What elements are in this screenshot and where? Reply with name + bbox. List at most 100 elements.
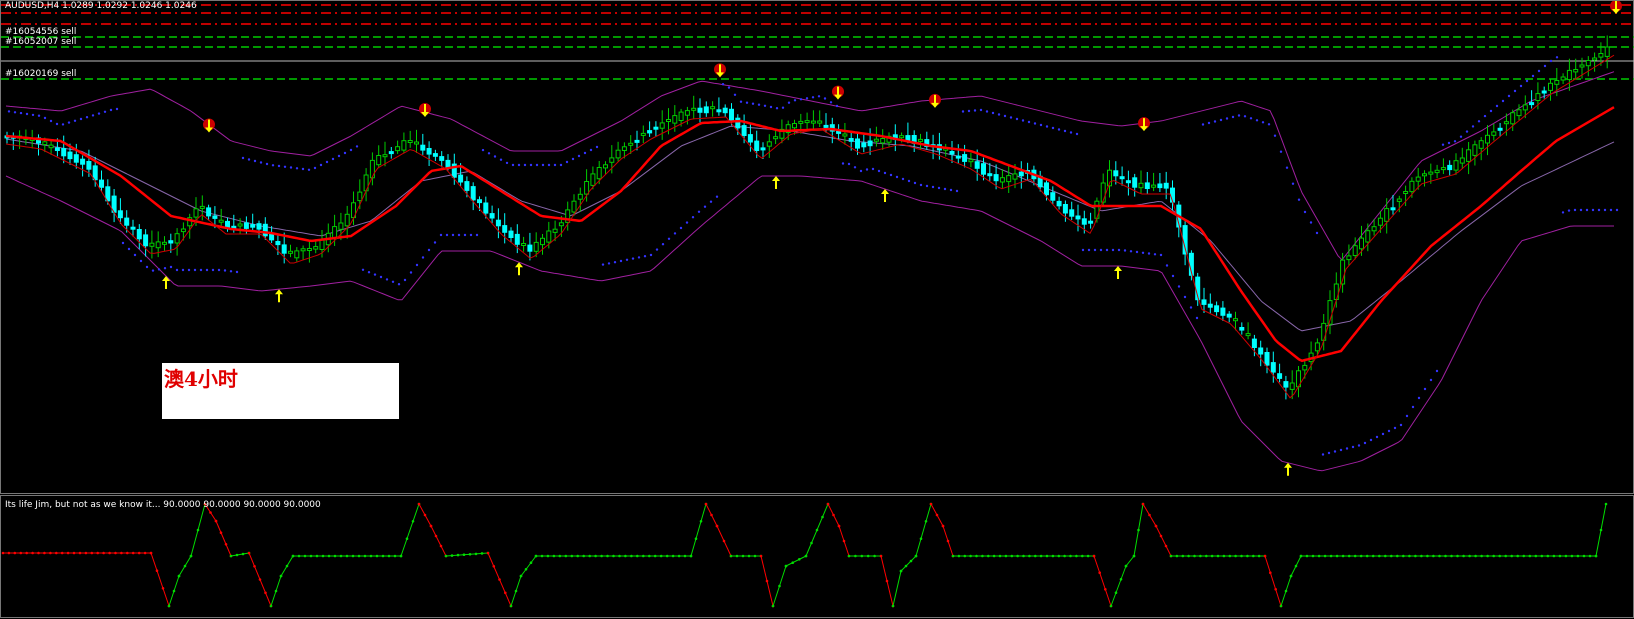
oscillator-dot [722,539,726,543]
oscillator-dot [929,502,933,506]
sar-dot [1087,248,1091,252]
sar-dot [19,111,23,115]
candle-body [590,173,596,186]
candle-body [817,120,823,124]
note-text: 澳4小时 [164,367,238,391]
oscillator-dot [333,554,337,558]
candle-body [1088,220,1094,224]
sar-dot [385,278,389,281]
candle-body [1447,164,1453,171]
candle-body [306,248,312,251]
sar-dot [1429,378,1433,382]
oscillator-dot [1546,554,1550,558]
oscillator-segment [892,570,902,607]
sar-dot [1549,59,1553,63]
sar-dot [607,262,611,265]
price-chart-svg [1,1,1634,476]
oscillator-dot [729,554,733,558]
sar-dot [715,195,719,198]
sar-dot [613,261,617,264]
sar-dot [283,165,287,168]
sar-dot [727,86,731,89]
candle-body [1119,176,1125,180]
sar-dot [1477,120,1481,123]
oscillator-dot [1426,554,1429,558]
sar-dot [637,256,641,259]
candle-body [1132,177,1138,188]
candle-body [609,157,615,163]
sar-dot [229,270,233,273]
sar-dot [265,162,269,166]
candle-body [981,163,986,175]
candle-body [899,135,905,139]
sar-dot [49,119,53,123]
oscillator-dot [804,554,808,558]
oscillator-segment [785,555,807,567]
candle-body [1573,69,1579,73]
sar-dot [697,210,701,213]
candle-body [766,141,772,147]
oscillator-segment [215,520,232,557]
oscillator-dot [303,554,307,558]
sar-dot [1213,120,1217,123]
oscillator-dot [269,604,273,608]
candle-body [401,140,407,151]
sar-dot [1177,285,1181,288]
oscillator-dot [1353,554,1357,558]
oscillator-dot [519,574,523,578]
sar-dot [769,105,773,109]
oscillator-dot [546,554,550,558]
oscillator-segment [900,555,917,572]
oscillator-dot [753,554,757,558]
oscillator-dot [172,589,176,593]
sar-dot [841,162,845,165]
oscillator-svg [1,502,1608,608]
sar-dot [337,154,341,158]
sar-dot [1573,208,1577,212]
candle-body [1069,209,1075,217]
oscillator-dot [552,554,556,558]
oscillator-dot [1335,554,1339,558]
oscillator-dot [229,554,233,558]
oscillator-dot [759,554,763,558]
oscillator-dot [351,554,355,558]
candle-body [1403,191,1409,194]
sar-dot [1375,435,1379,439]
candle-body [1201,299,1207,305]
oscillator-dot [1341,554,1345,558]
oscillator-dot [55,551,58,555]
sar-dot [1423,387,1427,391]
oscillator-dot [842,539,846,543]
oscillator-segment [1155,525,1172,557]
candle-body [1062,204,1068,214]
sar-dot [181,268,185,272]
oscillator-dot [600,554,603,558]
oscillator-dot [1039,554,1043,558]
sar-dot [91,114,95,117]
sar-dot [685,221,689,224]
sar-dot [1483,114,1487,118]
candle-body [1144,182,1150,189]
oscillator-dot [576,554,579,558]
oscillator-panel[interactable]: Its life Jim, but not as we know it... 9… [0,495,1634,618]
oscillator-dot [1468,554,1471,558]
candle-body [489,213,495,219]
oscillator-dot [665,554,669,558]
oscillator-dot [183,564,187,568]
sar-dot [1345,447,1349,450]
sar-dot [1069,131,1073,134]
oscillator-dot [1063,554,1066,558]
candle-body [1163,182,1169,189]
sar-dot [985,110,989,113]
sar-dot [391,280,395,283]
oscillator-dot [1119,578,1123,581]
price-chart-panel[interactable]: AUDUSD,H4 1.0289 1.0292 1.0246 1.0246 #1… [0,0,1634,494]
candle-body [1466,149,1472,162]
sar-dot [43,116,47,120]
oscillator-dot [13,551,17,555]
sar-dot [1189,306,1193,309]
oscillator-dot [1456,554,1459,558]
oscillator-dot [1109,604,1113,608]
sar-dot [733,93,737,97]
sar-dot [445,233,449,237]
